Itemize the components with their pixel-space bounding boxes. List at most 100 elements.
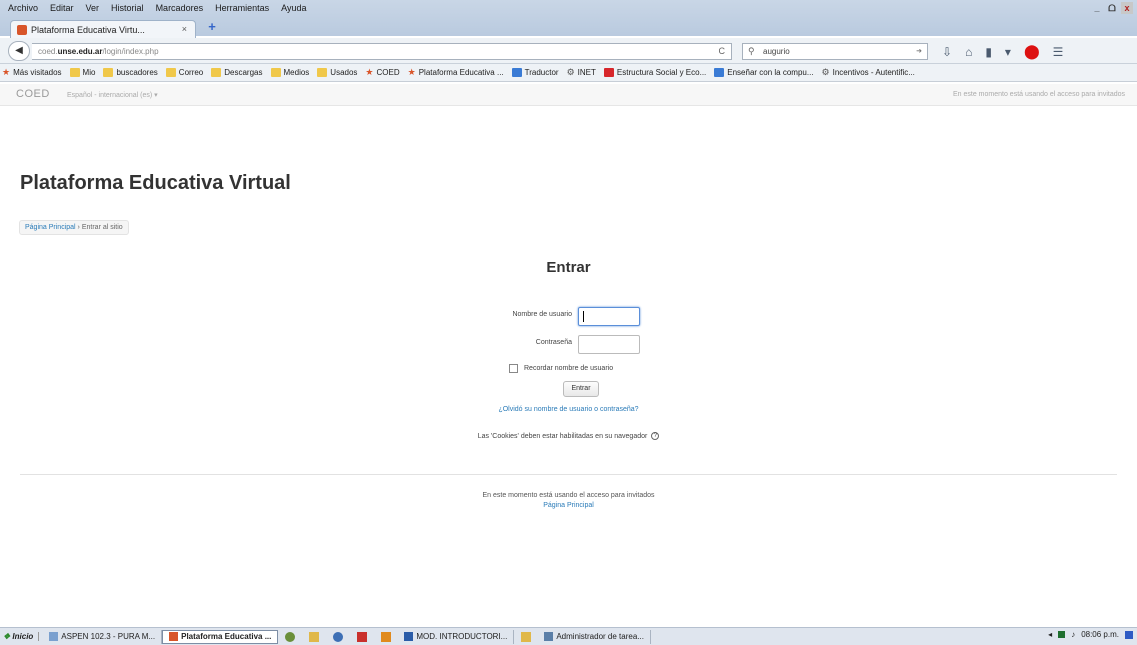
- taskbar-item-administrador[interactable]: Administrador de tarea...: [538, 629, 651, 644]
- tray-arrow-icon[interactable]: ◂: [1048, 630, 1052, 639]
- bookmark-inet[interactable]: ⚙ INET: [567, 67, 596, 78]
- footer-guest-note: En este momento está usando el acceso pa…: [482, 492, 655, 499]
- forgot-password-text[interactable]: ¿Olvidó su nombre de usuario o contraseñ…: [498, 406, 638, 413]
- url-prefix: coed.: [38, 47, 58, 56]
- adblock-icon[interactable]: ⬤: [1024, 43, 1040, 60]
- breadcrumb-home[interactable]: Página Principal: [25, 224, 76, 231]
- folder-icon[interactable]: [309, 631, 320, 642]
- bookmark-incentivos[interactable]: ⚙ Incentivos - Autentific...: [822, 67, 915, 78]
- menu-editar[interactable]: Editar: [50, 3, 74, 17]
- url-host: unse.edu.ar: [57, 47, 103, 56]
- bookmark-mio[interactable]: Mio: [69, 68, 95, 77]
- show-desktop-icon[interactable]: [1125, 630, 1133, 639]
- url-bar[interactable]: coed.unse.edu.ar/login/index.php C: [32, 43, 732, 60]
- text-caret: [583, 311, 584, 322]
- bookmark-medios[interactable]: Medios: [270, 68, 309, 77]
- star-icon: ★: [2, 67, 11, 77]
- task-label: ASPEN 102.3 - PURA M...: [61, 632, 156, 641]
- bookmark-traductor[interactable]: Traductor: [511, 68, 559, 77]
- grid-icon: [714, 68, 725, 77]
- bookmark-buscadores[interactable]: buscadores: [103, 68, 158, 77]
- network-icon[interactable]: [1058, 631, 1066, 638]
- windows-taskbar: ❖ Inicio ASPEN 102.3 - PURA M... Platafo…: [0, 627, 1137, 645]
- site-navbar: COED Español - internacional (es) ▾ En e…: [0, 84, 1137, 106]
- folder-icon: [270, 68, 281, 77]
- tab-plataforma[interactable]: Plataforma Educativa Virtu... ×: [10, 20, 196, 38]
- star-icon: ★: [365, 67, 374, 77]
- bookmark-descargas[interactable]: Descargas: [211, 68, 263, 77]
- tab-close-icon[interactable]: ×: [182, 24, 187, 34]
- new-tab-button[interactable]: +: [205, 20, 219, 34]
- start-button[interactable]: ❖ Inicio: [0, 632, 40, 641]
- language-select[interactable]: Español - internacional (es) ▾: [67, 91, 158, 99]
- cookies-text: Las 'Cookies' deben estar habilitadas en…: [477, 432, 648, 440]
- translate-icon: [511, 68, 522, 77]
- media-icon[interactable]: [333, 631, 344, 642]
- search-input[interactable]: ⚲ augurio ➜: [742, 43, 928, 60]
- windows-logo-icon: ❖: [3, 632, 11, 641]
- pdf-icon[interactable]: [357, 631, 368, 642]
- bookmark-usados[interactable]: Usados: [317, 68, 357, 77]
- volume-icon[interactable]: ♪: [1071, 630, 1075, 639]
- taskbar-item-plataforma[interactable]: Plataforma Educativa ...: [162, 629, 279, 644]
- menu-ayuda[interactable]: Ayuda: [281, 3, 306, 17]
- explorer-icon[interactable]: [521, 631, 532, 642]
- chrome-icon[interactable]: [285, 631, 296, 642]
- bookmark-mas-visitados[interactable]: ★ Más visitados: [2, 67, 62, 78]
- minimize-button[interactable]: _: [1091, 2, 1103, 14]
- username-field[interactable]: [578, 307, 640, 326]
- bookmark-coed[interactable]: ★ COED: [365, 67, 399, 78]
- guest-login-note: En este momento está usando el acceso pa…: [953, 91, 1125, 98]
- bookmark-correo[interactable]: Correo: [165, 68, 203, 77]
- downloads-icon[interactable]: ⇩: [942, 45, 952, 59]
- dropdown-icon[interactable]: ▾: [1005, 45, 1011, 59]
- tab-title: Plataforma Educativa Virtu...: [31, 24, 145, 35]
- menu-marcadores[interactable]: Marcadores: [156, 3, 204, 17]
- taskbar-item-aspen[interactable]: ASPEN 102.3 - PURA M...: [43, 629, 163, 644]
- remember-username-checkbox[interactable]: [509, 364, 518, 373]
- site-brand[interactable]: COED: [16, 88, 50, 100]
- menu-herramientas[interactable]: Herramientas: [215, 3, 269, 17]
- bookmark-label: Enseñar con la compu...: [727, 68, 814, 77]
- clock[interactable]: 08:06 p.m.: [1081, 630, 1119, 639]
- maximize-button[interactable]: ᗝ: [1106, 2, 1118, 14]
- bookmark-label: Usados: [330, 68, 358, 77]
- menu-archivo[interactable]: Archivo: [8, 3, 38, 17]
- login-submit-button[interactable]: Entrar: [563, 381, 599, 397]
- library-icon[interactable]: ▮: [985, 45, 992, 59]
- bookmark-label: Traductor: [524, 68, 559, 77]
- bookmark-ensenar[interactable]: Enseñar con la compu...: [714, 68, 814, 77]
- task-label: MOD. INTRODUCTORI...: [416, 632, 508, 641]
- footer-home-link[interactable]: Página Principal: [543, 502, 594, 509]
- reload-icon[interactable]: C: [719, 44, 726, 59]
- start-label: Inicio: [12, 632, 34, 641]
- task-manager-icon: [544, 632, 554, 641]
- firefox-icon: [169, 632, 179, 641]
- forgot-password-link: ¿Olvidó su nombre de usuario o contraseñ…: [0, 406, 1137, 413]
- close-window-button[interactable]: x: [1121, 2, 1133, 14]
- bookmark-estructura[interactable]: Estructura Social y Eco...: [603, 68, 706, 77]
- bookmark-label: Incentivos - Autentific...: [832, 68, 915, 77]
- menu-icon[interactable]: ☰: [1053, 45, 1064, 59]
- back-button[interactable]: ◀: [8, 41, 30, 61]
- search-go-icon[interactable]: ➜: [916, 44, 922, 59]
- bookmark-label: COED: [376, 68, 400, 77]
- remember-username-label[interactable]: Recordar nombre de usuario: [524, 365, 613, 372]
- login-heading: Entrar: [546, 259, 591, 276]
- task-label: Plataforma Educativa ...: [181, 632, 272, 641]
- menu-ver[interactable]: Ver: [86, 3, 100, 17]
- bookmarks-bar: ★ Más visitados Mio buscadores Correo Des…: [0, 64, 1137, 82]
- menu-historial[interactable]: Historial: [111, 3, 144, 17]
- help-icon[interactable]: ?: [651, 432, 660, 440]
- password-field[interactable]: [578, 335, 640, 354]
- bookmark-label: buscadores: [116, 68, 158, 77]
- bookmark-plataforma[interactable]: ★ Plataforma Educativa ...: [408, 67, 504, 78]
- taskbar-item-mod-introductorio[interactable]: MOD. INTRODUCTORI...: [398, 629, 515, 644]
- star-icon: ★: [407, 67, 416, 77]
- username-label: Nombre de usuario: [512, 311, 572, 318]
- globe-icon: ⚙: [566, 67, 575, 77]
- window-controls: _ ᗝ x: [1091, 2, 1133, 14]
- home-icon[interactable]: ⌂: [965, 45, 972, 59]
- globe-icon: ⚙: [821, 67, 830, 77]
- vlc-icon[interactable]: [381, 631, 392, 642]
